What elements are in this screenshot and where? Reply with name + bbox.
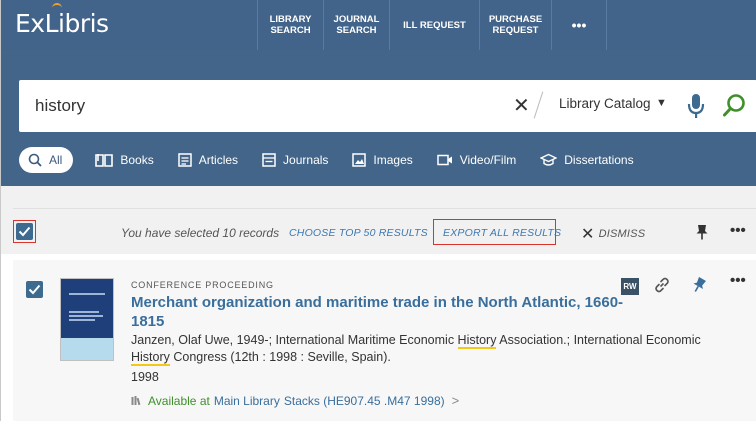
cover-decoration <box>69 293 105 295</box>
record-type: CONFERENCE PROCEEDING <box>131 280 274 290</box>
filter-dissertations-label: Dissertations <box>564 153 634 167</box>
selection-bar: You have selected 10 records CHOOSE TOP … <box>13 208 756 254</box>
article-icon <box>177 153 192 167</box>
cover-decoration <box>69 311 99 313</box>
filter-video-film-label: Video/Film <box>459 153 517 167</box>
record-year: 1998 <box>131 370 159 384</box>
authors-text: Association.; International Economic <box>496 333 701 347</box>
record-checkbox[interactable] <box>26 281 43 298</box>
filter-books-label: Books <box>120 153 154 167</box>
graduation-cap-icon <box>540 153 558 166</box>
search-input[interactable] <box>35 94 475 118</box>
availability-location: Main Library <box>213 393 280 408</box>
exlibris-logo[interactable]: ExLibris <box>15 9 109 38</box>
search-icon <box>28 153 42 167</box>
search-area: ✕ Library Catalog ▼ <box>1 50 756 186</box>
filter-all[interactable]: All <box>19 147 74 173</box>
search-bar: ✕ Library Catalog ▼ <box>19 80 756 132</box>
record-title-link[interactable]: Merchant organization and maritime trade… <box>131 293 631 331</box>
dismiss-button[interactable]: ✕ DISMISS <box>581 224 645 244</box>
book-icon <box>95 154 114 167</box>
chevron-right-icon: > <box>451 393 460 408</box>
export-all-results-link[interactable]: EXPORT ALL RESULTS <box>443 227 561 239</box>
microphone-icon[interactable] <box>687 92 705 120</box>
chevron-down-icon[interactable]: ▼ <box>656 97 667 109</box>
video-icon <box>437 154 452 166</box>
nav-more-menu[interactable]: ••• <box>551 0 607 50</box>
permalink-icon[interactable] <box>654 277 670 298</box>
library-books-icon <box>131 395 141 405</box>
dismiss-label: DISMISS <box>598 228 646 240</box>
close-icon: ✕ <box>581 226 595 243</box>
resource-type-filters: All Books Articles Journals Images Video… <box>19 146 658 174</box>
nav-journal-search[interactable]: JOURNAL SEARCH <box>323 0 389 50</box>
cover-decoration <box>69 315 103 317</box>
journal-icon <box>262 153 276 167</box>
search-icon[interactable] <box>722 92 748 120</box>
filter-journals[interactable]: Journals <box>262 153 328 167</box>
selection-message: You have selected 10 records <box>121 226 280 240</box>
filter-dissertations[interactable]: Dissertations <box>540 153 634 167</box>
nav-ill-request[interactable]: ILL REQUEST <box>389 0 479 50</box>
read-write-badge[interactable]: RW <box>621 278 639 295</box>
filter-images-label: Images <box>373 153 413 167</box>
record-authors: Janzen, Olaf Uwe, 1949-; International M… <box>131 332 737 366</box>
logo-part1: Ex <box>15 9 45 38</box>
select-all-checkbox[interactable] <box>16 223 33 240</box>
nav-library-search[interactable]: LIBRARY SEARCH <box>257 0 323 50</box>
filter-images[interactable]: Images <box>352 153 413 167</box>
image-icon <box>352 153 367 167</box>
filter-books[interactable]: Books <box>95 153 154 167</box>
top-navigation-bar: ExLibris LIBRARY SEARCH JOURNAL SEARCH I… <box>1 0 756 50</box>
filter-journals-label: Journals <box>283 153 329 167</box>
filter-all-label: All <box>49 153 63 167</box>
book-cover-thumbnail[interactable] <box>60 278 114 361</box>
filter-video-film[interactable]: Video/Film <box>437 153 516 167</box>
filter-articles-label: Articles <box>198 153 239 167</box>
nav-purchase-request[interactable]: PURCHASE REQUEST <box>479 0 551 50</box>
cover-decoration <box>69 319 95 321</box>
filter-articles[interactable]: Articles <box>177 153 239 167</box>
pin-icon[interactable] <box>696 224 708 245</box>
availability-status: Available at <box>148 393 210 408</box>
result-record: CONFERENCE PROCEEDING Merchant organizat… <box>13 260 756 421</box>
search-divider <box>533 91 544 119</box>
scope-select[interactable]: Library Catalog <box>559 96 651 111</box>
call-number: Stacks (HE907.45 .M47 1998) <box>283 393 445 408</box>
logo-part2: Libris <box>44 9 110 38</box>
highlighted-term: History <box>131 350 170 366</box>
availability-link[interactable]: Available at Main Library Stacks (HE907.… <box>131 393 459 408</box>
choose-top-50-link[interactable]: CHOOSE TOP 50 RESULTS <box>289 227 428 239</box>
authors-text: Congress (12th : 1998 : Seville, Spain). <box>169 350 391 364</box>
more-actions-button[interactable]: ••• <box>730 222 746 239</box>
cover-decoration <box>61 338 113 360</box>
close-icon[interactable]: ✕ <box>513 93 530 118</box>
authors-text: Janzen, Olaf Uwe, 1949-; International M… <box>131 333 458 347</box>
pin-icon[interactable] <box>692 276 706 298</box>
highlighted-term: History <box>457 333 497 349</box>
app-frame: ExLibris LIBRARY SEARCH JOURNAL SEARCH I… <box>0 0 756 421</box>
record-more-actions-button[interactable]: ••• <box>730 272 746 289</box>
